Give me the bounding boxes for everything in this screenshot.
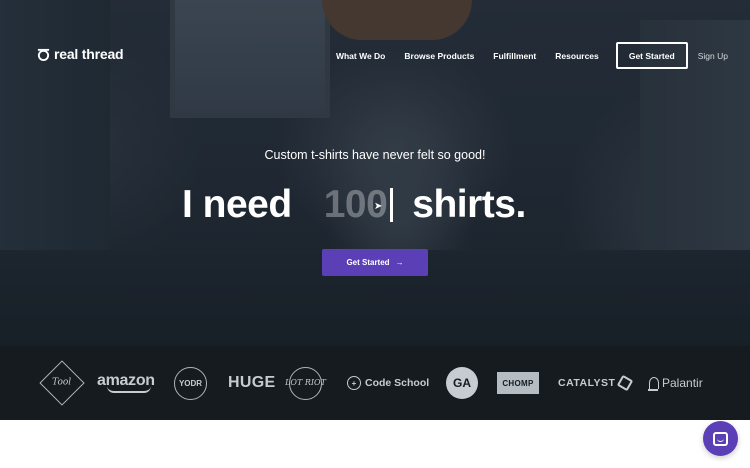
hero-headline: I need 100 shirts. [182,180,526,230]
lot-riot-badge-icon: LOT RIOT [285,366,326,400]
next-section [0,420,750,468]
thread-spool-icon [37,48,50,61]
nav-get-started-button[interactable]: Get Started [615,42,688,69]
typing-cursor [390,188,394,222]
hero-section: real thread What We Do Browse Products F… [0,0,750,346]
arrow-right-icon: → [395,258,404,267]
headline-prefix: I need [182,183,292,226]
catalyst-hexagon-icon [617,374,634,392]
palantir-icon [648,377,659,391]
logo-lot-riot: LOT RIOT [285,346,326,420]
nav-link-fulfillment[interactable]: Fulfillment [493,51,536,61]
logo-ga: GA [446,346,478,420]
chat-launcher-button[interactable] [703,421,738,456]
nav-link-resources[interactable]: Resources [555,51,598,61]
logo-catalyst: CATALYST [558,346,634,420]
tool-badge-icon: Tool [39,360,85,406]
logo-yodr: YODR [174,346,207,420]
hero-get-started-button[interactable]: Get Started → [322,249,428,276]
code-school-icon: + [347,376,361,390]
yodr-badge-icon: YODR [174,366,207,400]
logo-text: real thread [54,46,124,62]
logo-huge: HUGE [228,374,276,391]
client-logo-bar: Tool amazon YODR HUGE LOT RIOT + Code Sc… [0,346,750,420]
logo-code-school: + Code School [347,346,429,420]
logo-tool: Tool [39,346,85,420]
hero-cta-label: Get Started [346,258,390,267]
mouse-pointer-icon: ➤ [374,201,383,212]
hero-tagline: Custom t-shirts have never felt so good! [264,148,486,162]
nav-link-browse-products[interactable]: Browse Products [404,51,474,61]
headline-suffix: shirts. [412,183,526,226]
logo-palantir: Palantir [648,346,703,420]
site-logo[interactable]: real thread [37,46,124,62]
nav-link-what-we-do[interactable]: What We Do [336,51,385,61]
logo-amazon: amazon [97,346,155,420]
amazon-smile-icon [106,386,151,393]
nav-sign-up-link[interactable]: Sign Up [698,51,728,61]
chat-bubble-icon [713,431,728,446]
logo-chomp: CHOMP [497,346,539,420]
main-nav: What We Do Browse Products Fulfillment R… [317,42,728,69]
